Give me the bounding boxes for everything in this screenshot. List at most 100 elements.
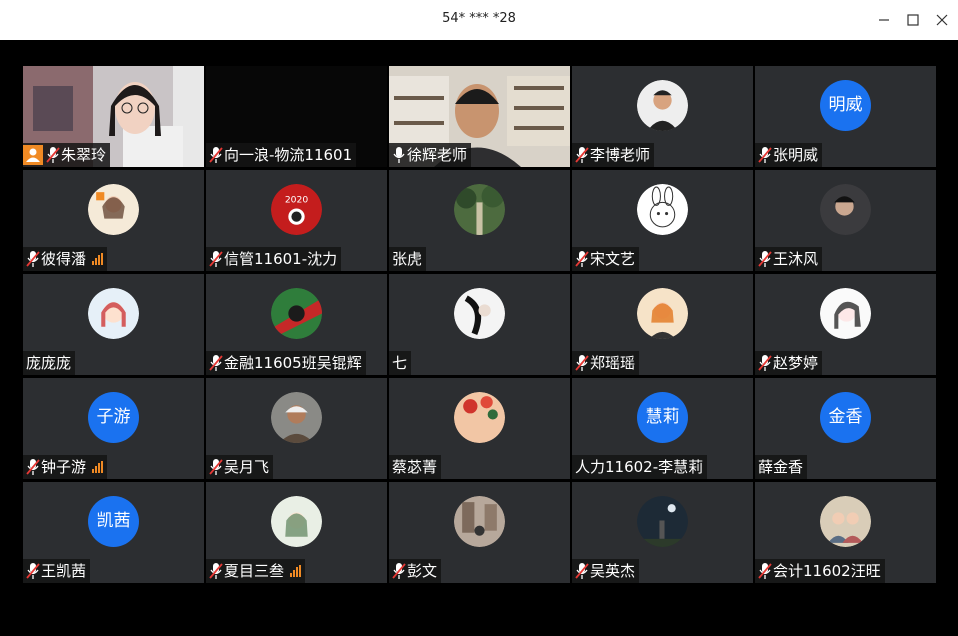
participant-namebar: 蔡苾菁 [389, 455, 442, 479]
mic-muted-icon [392, 562, 406, 580]
participant-name: 郑瑶瑶 [590, 354, 636, 372]
avatar [820, 288, 871, 339]
participant-name: 彭文 [407, 562, 438, 580]
mic-muted-icon [575, 354, 589, 372]
mic-muted-icon [575, 146, 589, 164]
participant-tile[interactable]: 彼得潘 [23, 170, 204, 271]
mic-icon [392, 146, 406, 164]
avatar [271, 392, 322, 443]
mic-muted-icon [575, 562, 589, 580]
avatar [637, 496, 688, 547]
participant-tile[interactable]: 向一浪-物流11601 [206, 66, 387, 167]
participant-name: 张明威 [773, 146, 819, 164]
participant-tile[interactable]: 郑瑶瑶 [572, 274, 753, 375]
participant-name: 金融11605班吴锟辉 [224, 354, 362, 372]
participant-tile[interactable]: 吴月飞 [206, 378, 387, 479]
participant-tile[interactable]: 李博老师 [572, 66, 753, 167]
participant-tile[interactable]: 夏目三叁 [206, 482, 387, 583]
participant-name: 钟子游 [41, 458, 87, 476]
participant-namebar: 徐辉老师 [389, 143, 472, 167]
participant-tile[interactable]: 宋文艺 [572, 170, 753, 271]
participant-namebar: 向一浪-物流11601 [206, 143, 357, 167]
mic-muted-icon [209, 146, 223, 164]
participant-name: 张虎 [392, 250, 423, 268]
maximize-icon[interactable] [903, 10, 923, 30]
mic-muted-icon [26, 562, 40, 580]
participant-tile[interactable]: 金香 薛金香 [755, 378, 936, 479]
participant-namebar: 会计11602汪旺 [755, 559, 885, 583]
participant-namebar: 信管11601-沈力 [206, 247, 342, 271]
avatar: 明威 [820, 80, 871, 131]
window-titlebar: 54* *** *28 [0, 0, 958, 40]
participant-name: 彼得潘 [41, 250, 87, 268]
participant-tile[interactable]: 张虎 [389, 170, 570, 271]
participant-tile[interactable]: 子游 钟子游 [23, 378, 204, 479]
participant-tile[interactable]: 慧莉人力11602-李慧莉 [572, 378, 753, 479]
window-title: 54* *** *28 [442, 11, 516, 26]
mic-muted-icon [26, 250, 40, 268]
participant-name: 薛金香 [758, 458, 804, 476]
participant-namebar: 金融11605班吴锟辉 [206, 351, 366, 375]
close-icon[interactable] [932, 10, 952, 30]
avatar [88, 184, 139, 235]
participant-tile[interactable]: 凯茜 王凯茜 [23, 482, 204, 583]
participant-namebar: 钟子游 [23, 455, 108, 479]
participant-name: 王沐风 [773, 250, 819, 268]
participant-name: 蔡苾菁 [392, 458, 438, 476]
participant-name: 宋文艺 [590, 250, 636, 268]
avatar [637, 80, 688, 131]
minimize-icon[interactable] [874, 10, 894, 30]
participant-namebar: 张明威 [755, 143, 823, 167]
avatar [637, 184, 688, 235]
participant-namebar: 七 [389, 351, 412, 375]
mic-muted-icon [26, 458, 40, 476]
mic-muted-icon [209, 562, 223, 580]
svg-text:2020: 2020 [285, 194, 309, 205]
avatar: 慧莉 [637, 392, 688, 443]
participant-namebar: 吴月飞 [206, 455, 274, 479]
participant-tile[interactable]: 彭文 [389, 482, 570, 583]
participant-name: 王凯茜 [41, 562, 87, 580]
participant-namebar: 郑瑶瑶 [572, 351, 640, 375]
avatar: 子游 [88, 392, 139, 443]
mic-muted-icon [758, 354, 772, 372]
participant-name: 吴月飞 [224, 458, 270, 476]
mic-muted-icon [46, 146, 60, 164]
participant-tile[interactable]: 朱翠玲 [23, 66, 204, 167]
avatar [454, 288, 505, 339]
mic-muted-icon [758, 562, 772, 580]
participant-tile[interactable]: 明威 张明威 [755, 66, 936, 167]
participant-tile[interactable]: 吴英杰 [572, 482, 753, 583]
participant-tile[interactable]: 徐辉老师 [389, 66, 570, 167]
participant-namebar: 夏目三叁 [206, 559, 306, 583]
participant-tile[interactable]: 会计11602汪旺 [755, 482, 936, 583]
avatar: 金香 [820, 392, 871, 443]
participant-namebar: 彭文 [389, 559, 442, 583]
participant-tile[interactable]: 赵梦婷 [755, 274, 936, 375]
participant-tile[interactable]: 庞庞庞 [23, 274, 204, 375]
participant-namebar: 王沐风 [755, 247, 823, 271]
participant-tile[interactable]: 七 [389, 274, 570, 375]
participant-namebar: 王凯茜 [23, 559, 91, 583]
avatar [820, 496, 871, 547]
participant-name: 信管11601-沈力 [224, 250, 338, 268]
participant-namebar: 赵梦婷 [755, 351, 823, 375]
participant-name: 会计11602汪旺 [773, 562, 881, 580]
participant-name: 七 [392, 354, 408, 372]
mic-muted-icon [209, 354, 223, 372]
participant-tile[interactable]: 蔡苾菁 [389, 378, 570, 479]
avatar [454, 496, 505, 547]
participant-namebar: 庞庞庞 [23, 351, 76, 375]
mic-muted-icon [209, 458, 223, 476]
participant-tile[interactable]: 2020 信管11601-沈力 [206, 170, 387, 271]
mic-muted-icon [758, 146, 772, 164]
mic-muted-icon [575, 250, 589, 268]
mic-muted-icon [209, 250, 223, 268]
host-icon [23, 145, 43, 165]
participant-name: 人力11602-李慧莉 [575, 458, 704, 476]
participant-tile[interactable]: 王沐风 [755, 170, 936, 271]
participant-namebar: 李博老师 [572, 143, 655, 167]
participant-namebar: 吴英杰 [572, 559, 640, 583]
signal-strength-icon [92, 253, 104, 265]
participant-tile[interactable]: 金融11605班吴锟辉 [206, 274, 387, 375]
